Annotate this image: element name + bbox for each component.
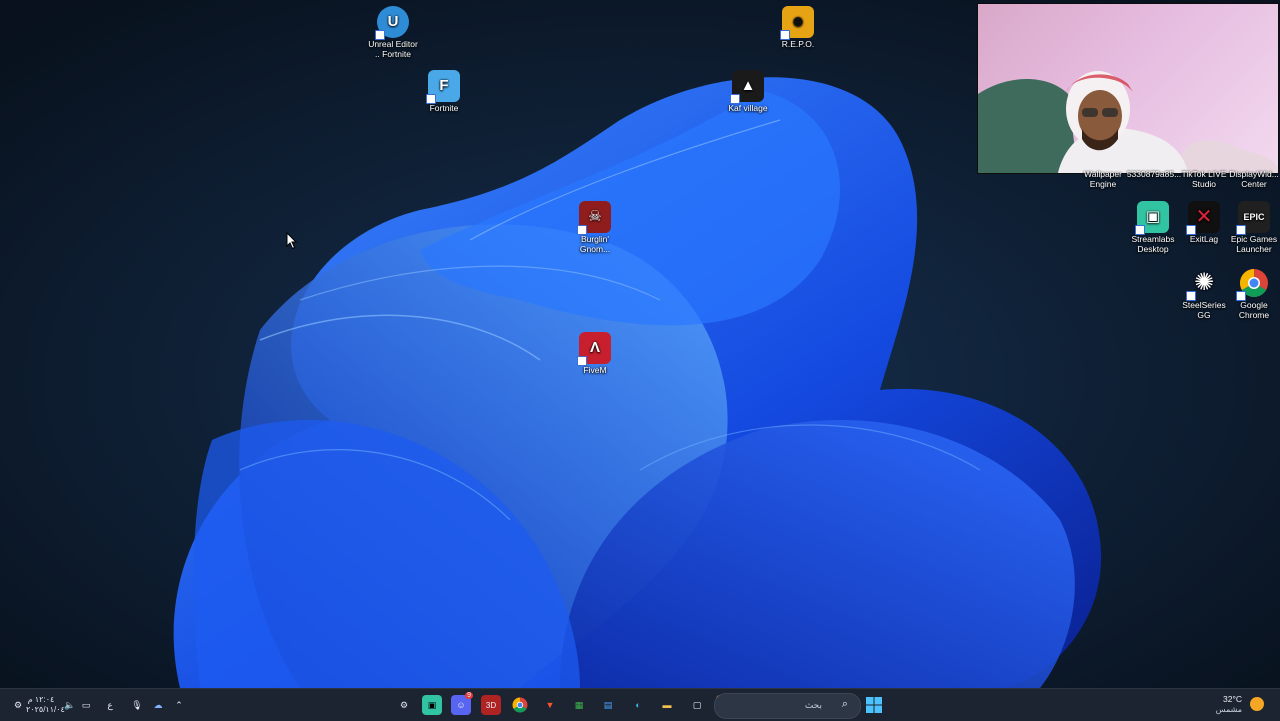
- desktop-icon-fortnite[interactable]: F Fortnite: [408, 70, 480, 113]
- app-window-icon[interactable]: ▢: [687, 695, 707, 715]
- settings-tray-icon[interactable]: ⚙: [8, 695, 28, 715]
- search-placeholder: بحث: [804, 700, 822, 710]
- epic-games-icon: EPIC: [1236, 201, 1270, 235]
- fortnite-icon: F: [426, 70, 460, 104]
- desktop-icon-label: Epic Games Launcher: [1230, 234, 1278, 254]
- search-icon: ⌕: [841, 698, 848, 710]
- app-settings-icon[interactable]: ⚙: [394, 695, 414, 715]
- desktop-icon-google-chrome[interactable]: Google Chrome: [1218, 267, 1280, 320]
- webcam-overlay: [977, 3, 1279, 174]
- chevron-up-icon[interactable]: ⌃: [169, 695, 189, 715]
- streamlabs-icon: ▣: [1135, 201, 1169, 235]
- desktop-icon-label: Kaf village: [728, 103, 768, 113]
- desktop-icon-label: R.E.P.O.: [781, 39, 815, 49]
- sun-icon: [1250, 697, 1264, 711]
- discord-badge: 9: [465, 692, 473, 699]
- start-button-icon[interactable]: [864, 695, 884, 715]
- app-green-icon[interactable]: ▦: [569, 695, 589, 715]
- webcam-person-image: [978, 71, 1278, 173]
- desktop-icon-fivem[interactable]: Λ FiveM: [559, 332, 631, 375]
- microphone-icon[interactable]: 🎙: [127, 695, 147, 715]
- app-streamlabs-icon[interactable]: ▣: [422, 695, 442, 715]
- network-icon[interactable]: ▭: [76, 695, 96, 715]
- desktop-icon-kaf-village[interactable]: ▲ Kaf village: [712, 70, 784, 113]
- kaf-village-icon: ▲: [730, 70, 764, 104]
- desktop-icon-epic-games[interactable]: EPIC Epic Games Launcher: [1218, 201, 1280, 254]
- burglin-gnomes-icon: ☠: [577, 201, 611, 235]
- unreal-editor-icon: U: [375, 6, 409, 40]
- exitlag-icon: ✕: [1186, 201, 1220, 235]
- taskbar-search[interactable]: بحث ⌕: [714, 693, 861, 719]
- app-brave-icon[interactable]: ▼: [540, 695, 560, 715]
- app-chrome-icon[interactable]: [510, 695, 530, 715]
- clock-date: ٢٠٢٥/١١/٠٤: [26, 705, 65, 714]
- app-discord-icon[interactable]: ☺ 9: [451, 692, 473, 715]
- taskbar: ⚙ ١٢:٠٤ م ٢٠٢٥/١١/٠٤ 🔈 ▭ ع 🎙 ☁ ⌃ ⚙ ▣ ☺ 9…: [0, 688, 1280, 721]
- app-3d-icon[interactable]: 3D: [481, 695, 501, 715]
- onedrive-icon[interactable]: ☁: [148, 695, 168, 715]
- desktop-icon-burglin-gnomes[interactable]: ☠ Burglin' Gnom...: [559, 201, 631, 254]
- desktop-icon-label: Fortnite: [429, 103, 459, 113]
- clock-time: ١٢:٠٤ م: [27, 695, 55, 704]
- desktop-icon-label: DisplayWid... Center: [1229, 169, 1279, 189]
- mouse-cursor-icon: [286, 232, 298, 250]
- desktop-icon-displaywidget-center[interactable]: DisplayWid... Center: [1218, 169, 1280, 189]
- desktop-icon-label: Google Chrome: [1238, 300, 1270, 320]
- weather-temp: 32°C: [1223, 694, 1242, 704]
- desktop-icon-label: Unreal Editor .. Fortnite: [368, 39, 418, 59]
- app-file-explorer-icon[interactable]: ▬: [657, 695, 677, 715]
- taskbar-clock[interactable]: ١٢:٠٤ م ٢٠٢٥/١١/٠٤: [26, 695, 65, 715]
- weather-widget[interactable]: 32°C مشمس: [1210, 694, 1276, 716]
- desktop-icon-label: FiveM: [583, 365, 607, 375]
- weather-desc: مشمس: [1215, 705, 1242, 714]
- input-language-indicator[interactable]: ع: [100, 695, 120, 715]
- desktop-icon-unreal-editor[interactable]: U Unreal Editor .. Fortnite: [357, 6, 429, 59]
- chrome-icon: [1236, 267, 1270, 301]
- app-store-icon[interactable]: ▤: [598, 695, 618, 715]
- fivem-icon: Λ: [577, 332, 611, 366]
- repo-icon: ☻: [780, 6, 814, 40]
- steelseries-icon: ✺: [1186, 267, 1220, 301]
- app-edge-icon[interactable]: ◐: [628, 695, 648, 715]
- desktop-icon-repo[interactable]: ☻ R.E.P.O.: [762, 6, 834, 49]
- desktop-icon-label: Burglin' Gnom...: [579, 234, 611, 254]
